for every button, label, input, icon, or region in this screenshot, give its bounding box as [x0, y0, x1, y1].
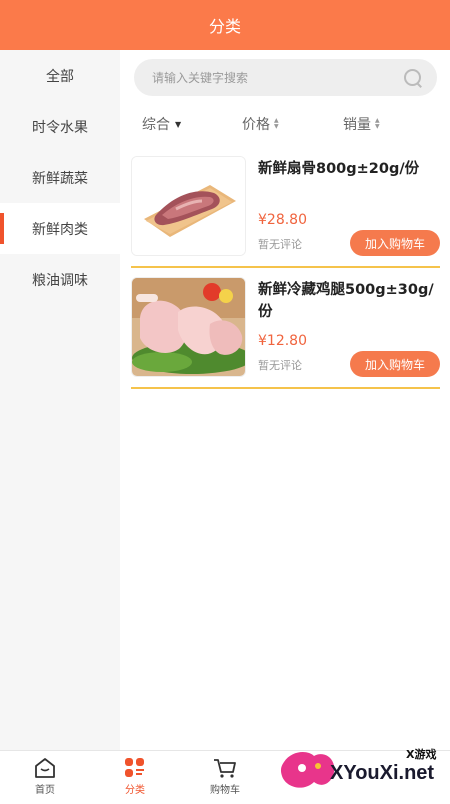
watermark-main-text: XYouXi.net — [330, 762, 435, 784]
add-to-cart-button[interactable]: 加入购物车 — [350, 230, 440, 256]
site-watermark: X游戏 XYouXi.net — [278, 742, 450, 800]
product-name: 新鲜扇骨800g±20g/份 — [258, 161, 420, 177]
sidebar-item-fresh-meat[interactable]: 新鲜肉类 — [0, 203, 120, 254]
sort-sales[interactable]: 销量 ▲ ▼ — [343, 114, 380, 134]
sort-arrows-icon: ▲ ▼ — [274, 117, 279, 130]
category-sidebar: 全部 时令水果 新鲜蔬菜 新鲜肉类 粮油调味 — [0, 50, 120, 750]
watermark-top-text: X游戏 — [406, 748, 437, 761]
caret-down-icon: ▼ — [175, 119, 182, 129]
add-to-cart-button[interactable]: 加入购物车 — [350, 351, 440, 377]
tab-cart[interactable]: 购物车 — [180, 751, 270, 801]
sidebar-item-fresh-vegetables[interactable]: 新鲜蔬菜 — [0, 152, 120, 203]
sort-price[interactable]: 价格 ▲ ▼ — [242, 114, 279, 134]
sort-bar: 综合 ▼ 价格 ▲ ▼ 销量 ▲ ▼ — [120, 110, 450, 136]
sort-arrows-icon: ▲ ▼ — [375, 117, 380, 130]
product-card[interactable]: 新鲜扇骨800g±20g/份 ¥28.80 暂无评论 加入购物车 — [131, 156, 440, 268]
page-header: 分类 — [0, 0, 450, 50]
product-review: 暂无评论 — [258, 359, 302, 372]
product-card[interactable]: 新鲜冷藏鸡腿500g±30g/份 ¥12.80 暂无评论 加入购物车 — [131, 277, 440, 389]
sidebar-item-all[interactable]: 全部 — [0, 50, 120, 101]
page-title: 分类 — [208, 17, 241, 36]
product-review: 暂无评论 — [258, 238, 302, 251]
category-icon — [125, 757, 144, 777]
sidebar-item-seasonal-fruit[interactable]: 时令水果 — [0, 101, 120, 152]
product-panel: 综合 ▼ 价格 ▲▼ 销量 ▲▼ 新鲜扇骨800g±20g/份 ¥28.80 暂… — [120, 50, 450, 750]
product-price: ¥12.80 — [258, 333, 307, 349]
cart-icon — [214, 758, 236, 778]
chicken-leg-image[interactable] — [131, 277, 246, 377]
sort-composite[interactable]: 综合 ▼ — [142, 114, 181, 134]
sidebar-item-grain-oil[interactable]: 粮油调味 — [0, 254, 120, 305]
tab-home[interactable]: 首页 — [0, 751, 90, 801]
home-icon — [35, 757, 55, 778]
search-icon[interactable] — [403, 68, 423, 88]
search-input[interactable] — [152, 70, 403, 85]
pork-bone-image[interactable] — [131, 156, 246, 256]
search-bar[interactable] — [134, 59, 437, 96]
product-price: ¥28.80 — [258, 212, 307, 228]
tab-category[interactable]: 分类 — [90, 751, 180, 801]
product-name: 新鲜冷藏鸡腿500g±30g/份 — [258, 282, 434, 320]
